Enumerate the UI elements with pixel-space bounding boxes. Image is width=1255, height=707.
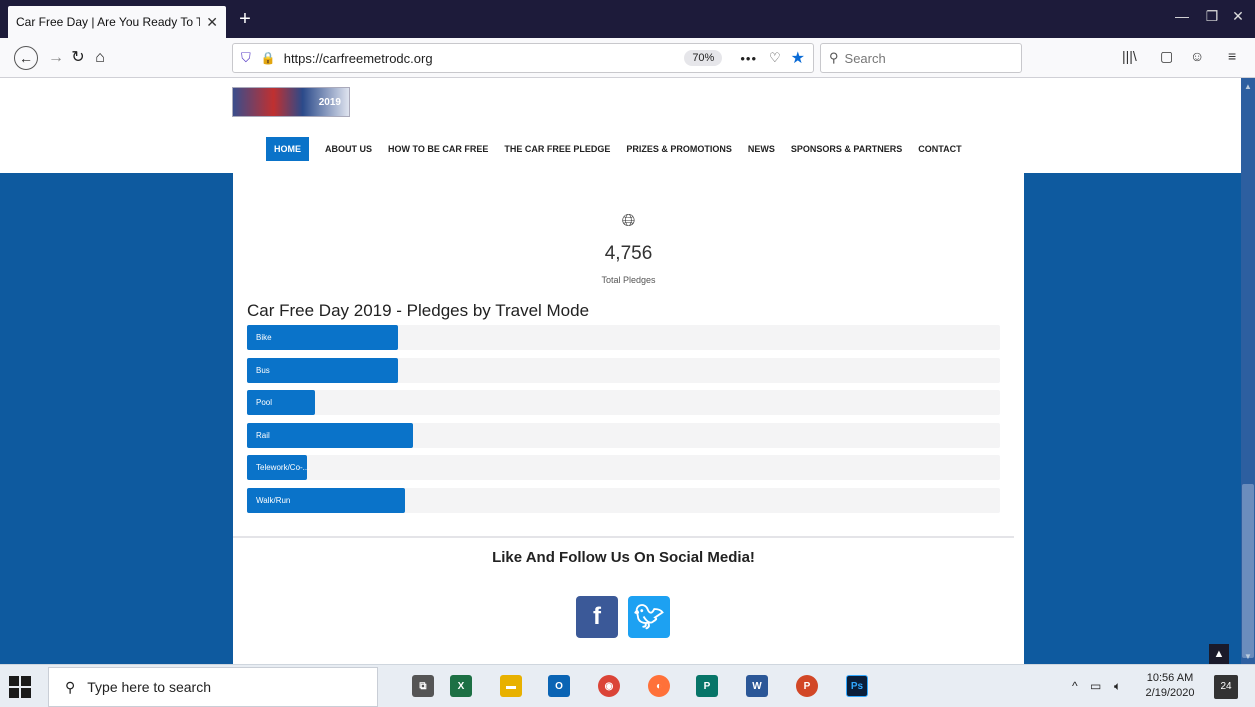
page-scrollbar[interactable]: ▲ ▼: [1241, 78, 1255, 664]
taskbar-search-placeholder: Type here to search: [87, 679, 212, 695]
total-pledges-label: Total Pledges: [601, 275, 656, 285]
word-icon[interactable]: W: [746, 675, 768, 697]
close-tab-icon[interactable]: ✕: [206, 14, 218, 31]
nav-news[interactable]: NEWS: [748, 137, 775, 161]
nav-contact[interactable]: CONTACT: [918, 137, 961, 161]
scroll-up-icon[interactable]: ▲: [1241, 82, 1255, 91]
lock-icon[interactable]: 🔒: [261, 51, 276, 65]
navigation-toolbar: ← → ↻ ⌂ ⛉ 🔒 https://carfreemetrodc.org 7…: [0, 38, 1255, 78]
nav-prizes-promotions[interactable]: PRIZES & PROMOTIONS: [626, 137, 732, 161]
photoshop-icon[interactable]: Ps: [846, 675, 868, 697]
clock-date: 2/19/2020: [1145, 687, 1195, 699]
bar-label: Bike: [256, 333, 272, 342]
bar-label: Pool: [256, 398, 273, 408]
search-icon: ⚲: [65, 678, 76, 695]
social-heading: Like And Follow Us On Social Media!: [492, 549, 755, 566]
bar-track: Pool: [247, 390, 1000, 416]
globe-icon: 🌐︎: [621, 211, 636, 230]
publisher-icon[interactable]: P: [696, 675, 718, 697]
search-placeholder: Search: [844, 50, 886, 66]
site-header: 2019 HOME ABOUT US HOW TO BE CAR FREE TH…: [0, 78, 1241, 173]
page-viewport: 2019 HOME ABOUT US HOW TO BE CAR FREE TH…: [0, 78, 1241, 664]
url-text[interactable]: https://carfreemetrodc.org: [284, 51, 685, 66]
menu-icon[interactable]: ≡: [1228, 48, 1236, 64]
bookmark-star-icon[interactable]: ★: [791, 48, 805, 68]
clock-time: 10:56 AM: [1146, 672, 1194, 684]
sidebar-icon[interactable]: ▢: [1160, 48, 1173, 65]
nav-car-free-pledge[interactable]: THE CAR FREE PLEDGE: [504, 137, 610, 161]
reload-button[interactable]: ↻: [66, 46, 90, 70]
twitter-icon[interactable]: 🐦︎: [628, 596, 670, 638]
firefox-icon[interactable]: ◐: [648, 675, 670, 697]
task-view-icon[interactable]: ⧉: [412, 675, 434, 697]
show-hidden-icons-icon[interactable]: ^: [1072, 679, 1078, 693]
volume-icon[interactable]: 🔈︎: [1114, 679, 1121, 694]
total-pledges-count: 4,756: [604, 243, 653, 264]
zoom-indicator[interactable]: 70%: [684, 50, 723, 66]
chart-title: Car Free Day 2019 - Pledges by Travel Mo…: [247, 301, 590, 320]
bar-label: Rail: [256, 430, 270, 440]
site-logo[interactable]: 2019: [232, 87, 350, 117]
file-explorer-icon[interactable]: ▬: [500, 675, 522, 697]
pledges-bar-chart: Bike Bus Pool Rail Telework/Co-... Walk/Run: [247, 325, 1000, 521]
windows-start-icon[interactable]: [8, 675, 32, 699]
account-icon[interactable]: ☺: [1190, 48, 1204, 64]
address-bar[interactable]: ⛉ 🔒 https://carfreemetrodc.org 70% ••• ♡…: [232, 43, 814, 73]
bar-label: Walk/Run: [256, 495, 291, 505]
tab-strip: Car Free Day | Are You Ready To Tal ✕ + …: [0, 0, 1255, 38]
new-tab-button[interactable]: +: [234, 8, 256, 30]
bar-label: Bus: [256, 365, 270, 375]
bar-track: Rail: [247, 422, 1000, 448]
search-box[interactable]: ⚲ Search: [820, 43, 1022, 73]
minimize-icon[interactable]: —: [1172, 8, 1192, 24]
bar-track: Bike: [247, 325, 1000, 350]
notification-center-icon[interactable]: 24: [1214, 675, 1238, 699]
tab-title: Car Free Day | Are You Ready To Tal: [16, 15, 201, 29]
windows-taskbar: ⚲ Type here to search ⧉ X ▬ O ◉ ◐ P W P …: [0, 664, 1255, 707]
main-content: 🌐︎ 4,756 Total Pledges Car Free Day 2019…: [233, 173, 1024, 664]
scrollbar-thumb[interactable]: [1242, 484, 1254, 658]
main-menu: HOME ABOUT US HOW TO BE CAR FREE THE CAR…: [266, 137, 978, 161]
nav-how-to-be-car-free[interactable]: HOW TO BE CAR FREE: [388, 137, 488, 161]
scroll-down-icon[interactable]: ▼: [1241, 652, 1255, 661]
system-clock[interactable]: 10:56 AM 2/19/2020: [1140, 671, 1200, 701]
social-links: f 🐦︎: [576, 596, 680, 638]
nav-about-us[interactable]: ABOUT US: [325, 137, 372, 161]
home-button[interactable]: ⌂: [88, 46, 112, 70]
browser-tab[interactable]: Car Free Day | Are You Ready To Tal ✕: [8, 6, 226, 38]
excel-icon[interactable]: X: [450, 675, 472, 697]
pocket-icon[interactable]: ♡: [769, 50, 781, 66]
bar-track: Telework/Co-...: [247, 455, 1000, 481]
tracking-protection-icon[interactable]: ⛉: [241, 50, 251, 66]
back-button[interactable]: ←: [14, 46, 38, 70]
bar-rail: [247, 422, 413, 448]
search-icon: ⚲: [829, 50, 839, 65]
bar-track: Walk/Run: [247, 487, 1000, 513]
chrome-icon[interactable]: ◉: [598, 675, 620, 697]
bar-track: Bus: [247, 357, 1000, 383]
restore-icon[interactable]: ❐: [1202, 8, 1222, 25]
back-to-top-button[interactable]: ▲: [1209, 644, 1229, 664]
close-window-icon[interactable]: ✕: [1228, 8, 1248, 25]
logo-year: 2019: [318, 96, 341, 108]
bar-label: Telework/Co-...: [256, 463, 310, 473]
taskbar-search[interactable]: ⚲ Type here to search: [48, 667, 378, 707]
nav-sponsors-partners[interactable]: SPONSORS & PARTNERS: [791, 137, 902, 161]
network-icon[interactable]: ▭: [1090, 679, 1101, 693]
facebook-icon[interactable]: f: [576, 596, 618, 638]
forward-button[interactable]: →: [44, 46, 68, 70]
powerpoint-icon[interactable]: P: [796, 675, 818, 697]
divider: [233, 536, 1014, 538]
page-actions-icon[interactable]: •••: [740, 51, 757, 66]
nav-home[interactable]: HOME: [266, 137, 309, 161]
library-icon[interactable]: |||\: [1122, 48, 1137, 64]
outlook-icon[interactable]: O: [548, 675, 570, 697]
